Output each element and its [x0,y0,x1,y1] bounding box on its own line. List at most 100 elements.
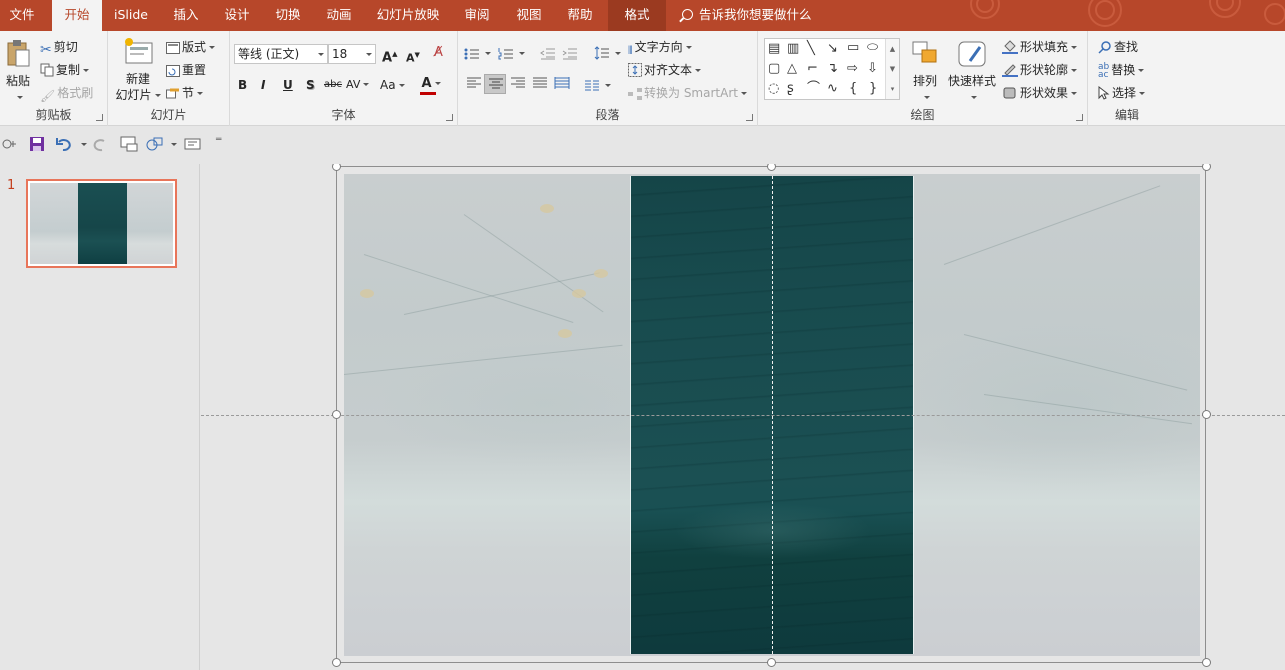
arrow-line-shape-icon[interactable]: ↘ [827,42,838,56]
bullets-button[interactable] [464,45,491,61]
resize-handle-right[interactable] [1202,410,1211,419]
shape-outline-button[interactable]: 形状轮廓 [1002,62,1078,81]
underline-button[interactable]: U [283,76,293,94]
increase-indent-button[interactable] [562,45,580,61]
textbox-icon[interactable] [184,136,202,152]
character-spacing-button[interactable]: AV [346,76,370,94]
font-size-combo[interactable]: 18 [328,44,376,64]
down-arrow-shape-icon[interactable]: ⇩ [867,62,878,76]
paste-button[interactable]: 粘贴 [4,39,32,99]
resize-handle-bottom-left[interactable] [332,658,341,667]
tab-design[interactable]: 设计 [214,0,260,31]
slide-thumbnail[interactable] [26,179,177,268]
tab-view[interactable]: 视图 [506,0,552,31]
line-spacing-button[interactable] [594,45,621,61]
tell-me-search[interactable]: 告诉我你想要做什么 [682,0,812,31]
presenter-icon[interactable] [1,136,17,152]
redo-icon[interactable] [92,136,108,152]
right-brace-shape-icon[interactable]: } [869,82,877,96]
align-center-button[interactable] [484,74,506,94]
shadow-button[interactable]: S [306,76,315,94]
justify-button[interactable] [532,77,548,93]
find-button[interactable]: 查找 [1098,39,1138,58]
shape-fill-button[interactable]: 形状填充 [1002,39,1078,58]
resize-handle-bottom-right[interactable] [1202,658,1211,667]
from-beginning-icon[interactable] [120,136,138,152]
right-arrow-shape-icon[interactable]: ⇨ [847,62,858,76]
text-direction-button[interactable]: ⫴ 文字方向 [628,39,692,59]
group-label-drawing: 绘图 [910,108,935,122]
distributed-button[interactable] [554,77,570,93]
tab-transitions[interactable]: 切换 [264,0,312,31]
tab-islide[interactable]: iSlide [108,0,154,31]
align-left-button[interactable] [466,77,482,93]
numbering-button[interactable] [498,45,525,61]
paragraph-launcher-icon[interactable] [746,114,753,121]
oval-shape-icon[interactable]: ⬭ [867,41,878,55]
strikethrough-button[interactable]: abc [324,76,342,94]
new-slide-button[interactable]: 新建 幻灯片 [114,37,162,103]
curve-shape-icon[interactable]: ∿ [827,82,838,96]
section-button[interactable]: 节 [166,85,204,104]
elbow-connector-shape-icon[interactable]: ⌐ [807,62,818,76]
copy-button[interactable]: 复制 [40,62,90,81]
select-button[interactable]: 选择 [1098,85,1146,104]
format-painter-button[interactable]: 🖌 格式刷 [40,85,93,104]
bold-button[interactable]: B [238,76,247,94]
freeform-shape-icon[interactable]: ◌ [768,82,779,96]
line-shape-icon[interactable]: ╲ [807,42,815,56]
customize-toolbar-icon[interactable]: ═ [216,135,221,145]
vertical-textbox-shape-icon[interactable]: ▥ [787,42,799,56]
italic-button[interactable]: I [261,76,265,94]
arrange-button[interactable]: 排列 [908,39,942,105]
clipboard-launcher-icon[interactable] [96,114,103,121]
font-name-combo[interactable]: 等线 (正文) [234,44,328,64]
quick-styles-button[interactable]: 快速样式 [946,39,998,105]
font-launcher-icon[interactable] [446,114,453,121]
resize-handle-left[interactable] [332,410,341,419]
font-color-button[interactable]: A [420,74,442,95]
tab-help[interactable]: 帮助 [558,0,602,31]
tab-format[interactable]: 格式 [608,0,666,31]
convert-smartart-button[interactable]: 转换为 SmartArt [628,85,747,104]
undo-icon[interactable] [56,136,74,152]
grow-font-button[interactable]: A▲ [382,45,397,67]
save-icon[interactable] [29,136,45,152]
decrease-indent-button[interactable] [540,45,558,61]
rounded-rectangle-shape-icon[interactable]: ▢ [768,62,780,76]
textbox-shape-icon[interactable]: ▤ [768,42,780,56]
reset-button[interactable]: 重置 [166,62,206,81]
cut-button[interactable]: ✂ 剪切 [40,39,78,58]
tab-slideshow[interactable]: 幻灯片放映 [370,0,446,31]
rectangle-shape-icon[interactable]: ▭ [847,41,859,55]
replace-button[interactable]: ab ac 替换 [1098,62,1145,80]
shapes-gallery[interactable]: ▤ ▥ ╲ ↘ ▭ ⬭ ▢ △ ⌐ ↴ ⇨ ⇩ ◌ ʂ ⌒ ∿ { } ▲ ▼ ▾ [764,38,900,100]
shape-effects-button[interactable]: 形状效果 [1002,85,1078,104]
tab-insert[interactable]: 插入 [162,0,210,31]
tab-review[interactable]: 审阅 [454,0,500,31]
triangle-shape-icon[interactable]: △ [787,62,797,76]
arc-shape-icon[interactable]: ⌒ [807,82,820,96]
layout-button[interactable]: 版式 [166,39,216,58]
slide-editing-canvas[interactable] [201,164,1285,670]
change-case-button[interactable]: Aa [380,76,405,94]
shapes-icon[interactable] [146,136,164,152]
tell-me-text: 告诉我你想要做什么 [699,7,812,22]
gallery-scrollbar[interactable]: ▲ ▼ ▾ [885,39,899,99]
elbow-arrow-shape-icon[interactable]: ↴ [827,62,838,76]
columns-button[interactable] [584,77,611,93]
undo-dropdown-icon[interactable] [81,143,87,146]
drawing-launcher-icon[interactable] [1076,114,1083,121]
resize-handle-bottom[interactable] [767,658,776,667]
align-right-button[interactable] [510,77,526,93]
shrink-font-button[interactable]: A▼ [406,46,420,68]
resize-handle-top-right[interactable] [1202,164,1211,171]
tab-home[interactable]: 开始 [52,0,102,31]
clear-formatting-button[interactable]: A̸ [434,45,443,61]
align-text-button[interactable]: 对齐文本 [628,62,702,81]
left-brace-shape-icon[interactable]: { [849,82,857,96]
scribble-shape-icon[interactable]: ʂ [787,82,794,96]
shapes-dropdown-icon[interactable] [171,143,177,146]
tab-animations[interactable]: 动画 [316,0,362,31]
tab-file[interactable]: 文件 [0,0,44,31]
